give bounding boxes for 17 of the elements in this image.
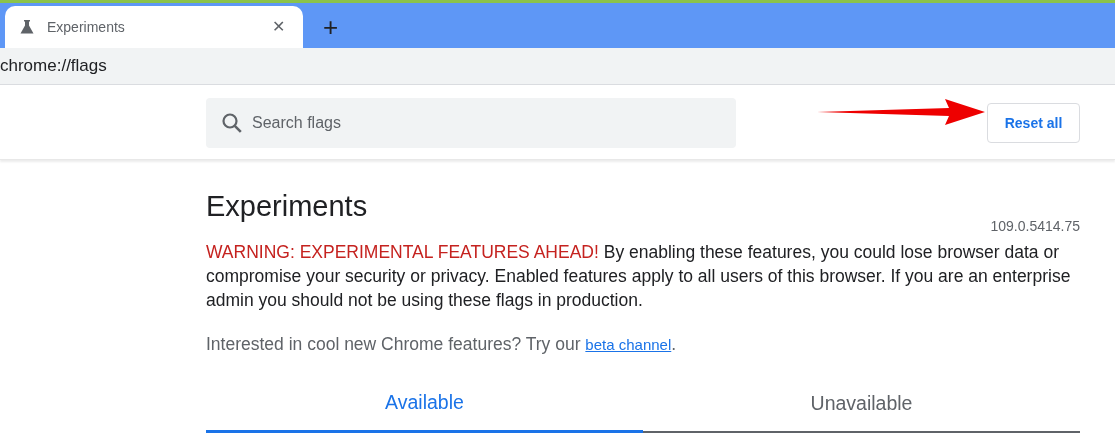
- warning-text: WARNING: EXPERIMENTAL FEATURES AHEAD! By enabling these features, you could lose browser data or compromise your security or privacy. Enabled features apply to all users of this browser. If you are an enterprise admin you should not be using these flags in production.: [206, 240, 1072, 312]
- tab-title: Experiments: [47, 17, 126, 37]
- search-icon: [220, 111, 244, 135]
- browser-tab[interactable]: Experiments ✕: [5, 6, 303, 48]
- version-number: 109.0.5414.75: [990, 216, 1080, 236]
- search-field[interactable]: Search flags: [206, 98, 736, 148]
- flags-tab[interactable]: Available: [206, 376, 643, 433]
- promo-text: Interested in cool new Chrome features? Try our beta channel.: [206, 332, 678, 356]
- url-text: chrome://flags: [0, 55, 107, 78]
- address-bar[interactable]: chrome://flags: [0, 48, 1115, 84]
- reset-all-button[interactable]: Reset all: [987, 103, 1080, 143]
- flask-icon: [19, 19, 35, 35]
- beta-channel-link[interactable]: beta channel: [585, 335, 672, 353]
- new-tab-button[interactable]: +: [319, 14, 343, 40]
- flags-tab[interactable]: Unavailable: [643, 376, 1080, 433]
- close-tab-button[interactable]: ✕: [268, 15, 289, 39]
- page-title: Experiments: [206, 189, 368, 224]
